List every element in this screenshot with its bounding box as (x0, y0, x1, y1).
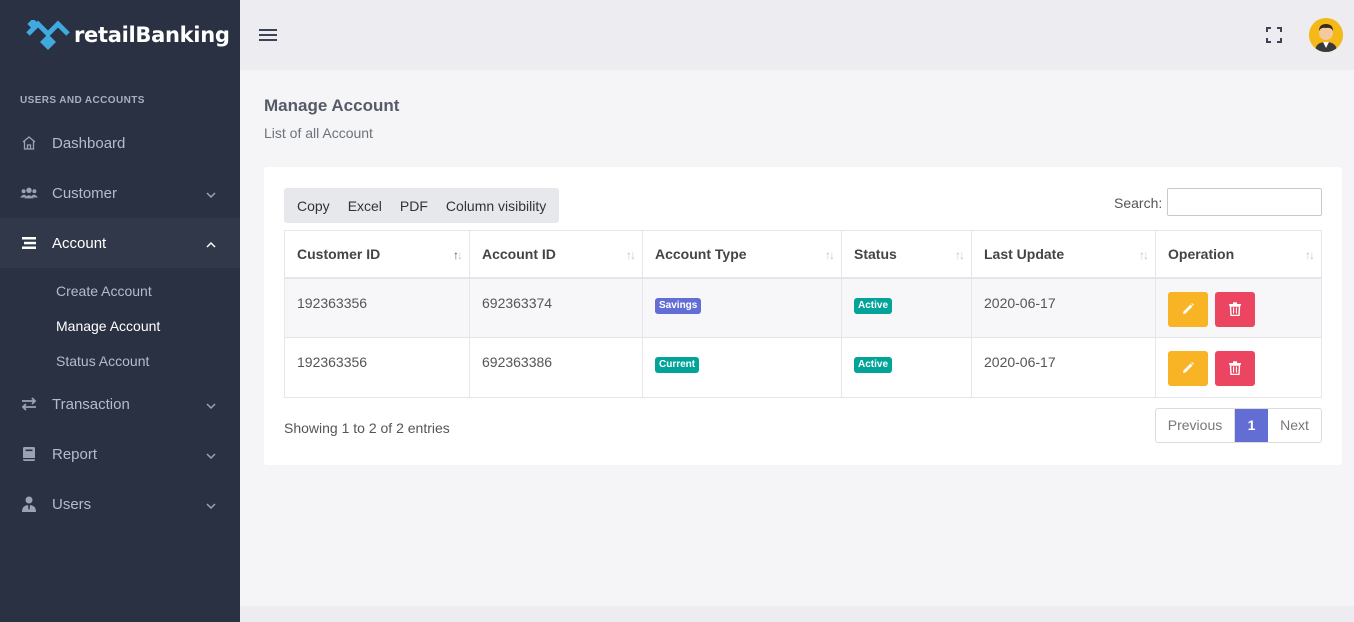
account-submenu: Create Account Manage Account Status Acc… (0, 268, 240, 385)
page-1-button[interactable]: 1 (1235, 409, 1268, 442)
column-header-operation[interactable]: Operation ↑↓ (1155, 230, 1322, 279)
export-button-group: Copy Excel PDF Column visibility (284, 188, 560, 223)
cell-account-id: 692363374 (469, 277, 643, 338)
fullscreen-icon[interactable] (1265, 26, 1283, 44)
cell-customer-id: 192363356 (284, 277, 470, 338)
table-row: 192363356 692363386 Current Active 2020-… (284, 337, 1322, 398)
sort-icon: ↑↓ (955, 248, 965, 262)
cell-customer-id: 192363356 (284, 337, 470, 398)
sort-icon: ↑↓ (626, 248, 636, 262)
chevron-down-icon (206, 398, 216, 410)
trash-icon (1228, 361, 1241, 375)
cell-last-update: 2020-06-17 (971, 337, 1156, 398)
sort-asc-icon: ↑↓ (453, 248, 463, 262)
sidebar-item-label: Dashboard (52, 134, 126, 152)
sort-icon: ↑↓ (825, 248, 835, 262)
user-tie-icon (20, 495, 38, 513)
cell-status: Active (841, 337, 972, 398)
transfer-icon (20, 395, 38, 413)
menu-section-title: USERS AND ACCOUNTS (20, 95, 145, 106)
submenu-item-status-account[interactable]: Status Account (0, 344, 240, 379)
sidebar-item-report[interactable]: Report (0, 429, 240, 479)
users-icon (20, 184, 38, 202)
sidebar: retailBanking USERS AND ACCOUNTS Dashboa… (0, 0, 240, 622)
sidebar-item-account[interactable]: Account (0, 218, 240, 268)
sidebar-item-customer[interactable]: Customer (0, 168, 240, 218)
pencil-icon (1183, 302, 1194, 314)
copy-button[interactable]: Copy (288, 198, 339, 214)
edit-button[interactable] (1168, 291, 1208, 327)
list-icon (20, 234, 38, 252)
table-row: 192363356 692363374 Savings Active 2020-… (284, 277, 1322, 338)
sidebar-item-label: Users (52, 495, 92, 513)
page-title: Manage Account (264, 96, 400, 115)
search-input[interactable] (1167, 188, 1322, 216)
accounts-card: Copy Excel PDF Column visibility Search:… (264, 167, 1342, 465)
sidebar-item-label: Customer (52, 184, 118, 202)
cell-operation (1155, 277, 1322, 338)
chevron-down-icon (206, 187, 216, 199)
home-icon (20, 134, 38, 152)
brand[interactable]: retailBanking (0, 0, 240, 70)
chevron-up-icon (206, 237, 216, 248)
table-info: Showing 1 to 2 of 2 entries (284, 420, 450, 436)
trash-icon (1228, 301, 1241, 316)
hamburger-menu-icon[interactable] (258, 27, 278, 43)
table-header-row: Customer ID ↑↓ Account ID ↑↓ Account Typ… (284, 230, 1322, 279)
delete-button[interactable] (1214, 351, 1255, 386)
edit-button[interactable] (1168, 351, 1208, 386)
status-badge: Active (854, 297, 893, 314)
column-header-last-update[interactable]: Last Update ↑↓ (971, 230, 1156, 279)
sidebar-item-label: Report (52, 445, 98, 463)
submenu-item-create-account[interactable]: Create Account (0, 274, 240, 309)
chevron-down-icon (206, 448, 216, 460)
column-header-account-id[interactable]: Account ID ↑↓ (469, 230, 643, 279)
sidebar-item-label: Transaction (52, 395, 130, 413)
delete-button[interactable] (1214, 291, 1255, 327)
topbar (240, 0, 1354, 70)
cell-account-id: 692363386 (469, 337, 643, 398)
sort-icon: ↑↓ (1305, 248, 1315, 262)
sidebar-item-dashboard[interactable]: Dashboard (0, 118, 240, 168)
next-page-button[interactable]: Next (1268, 409, 1321, 442)
column-header-account-type[interactable]: Account Type ↑↓ (642, 230, 842, 279)
column-header-status[interactable]: Status ↑↓ (841, 230, 972, 279)
page-subtitle: List of all Account (264, 125, 373, 141)
cell-status: Active (841, 277, 972, 338)
submenu-item-manage-account[interactable]: Manage Account (0, 309, 240, 344)
cell-account-type: Savings (642, 277, 842, 338)
status-badge: Active (854, 357, 893, 373)
sort-icon: ↑↓ (1139, 248, 1149, 262)
cell-operation (1155, 337, 1322, 398)
sidebar-item-transaction[interactable]: Transaction (0, 379, 240, 429)
search-label: Search: (1114, 195, 1163, 211)
accounts-table: Customer ID ↑↓ Account ID ↑↓ Account Typ… (284, 230, 1322, 398)
previous-page-button[interactable]: Previous (1156, 409, 1235, 442)
account-type-badge: Savings (655, 297, 702, 314)
avatar[interactable] (1309, 18, 1343, 52)
brand-name: retailBanking (74, 23, 230, 47)
sidebar-item-users[interactable]: Users (0, 479, 240, 529)
cell-account-type: Current (642, 337, 842, 398)
column-header-customer-id[interactable]: Customer ID ↑↓ (284, 230, 470, 279)
cell-last-update: 2020-06-17 (971, 277, 1156, 338)
account-type-badge: Current (655, 357, 700, 373)
pencil-icon (1183, 362, 1194, 373)
footer (240, 606, 1354, 622)
brand-logo-icon (26, 18, 72, 50)
excel-button[interactable]: Excel (339, 198, 391, 214)
column-visibility-button[interactable]: Column visibility (437, 198, 555, 214)
sidebar-item-label: Account (52, 234, 107, 252)
book-icon (20, 445, 38, 463)
pdf-button[interactable]: PDF (391, 198, 437, 214)
chevron-down-icon (206, 498, 216, 510)
pagination: Previous 1 Next (1155, 408, 1322, 443)
